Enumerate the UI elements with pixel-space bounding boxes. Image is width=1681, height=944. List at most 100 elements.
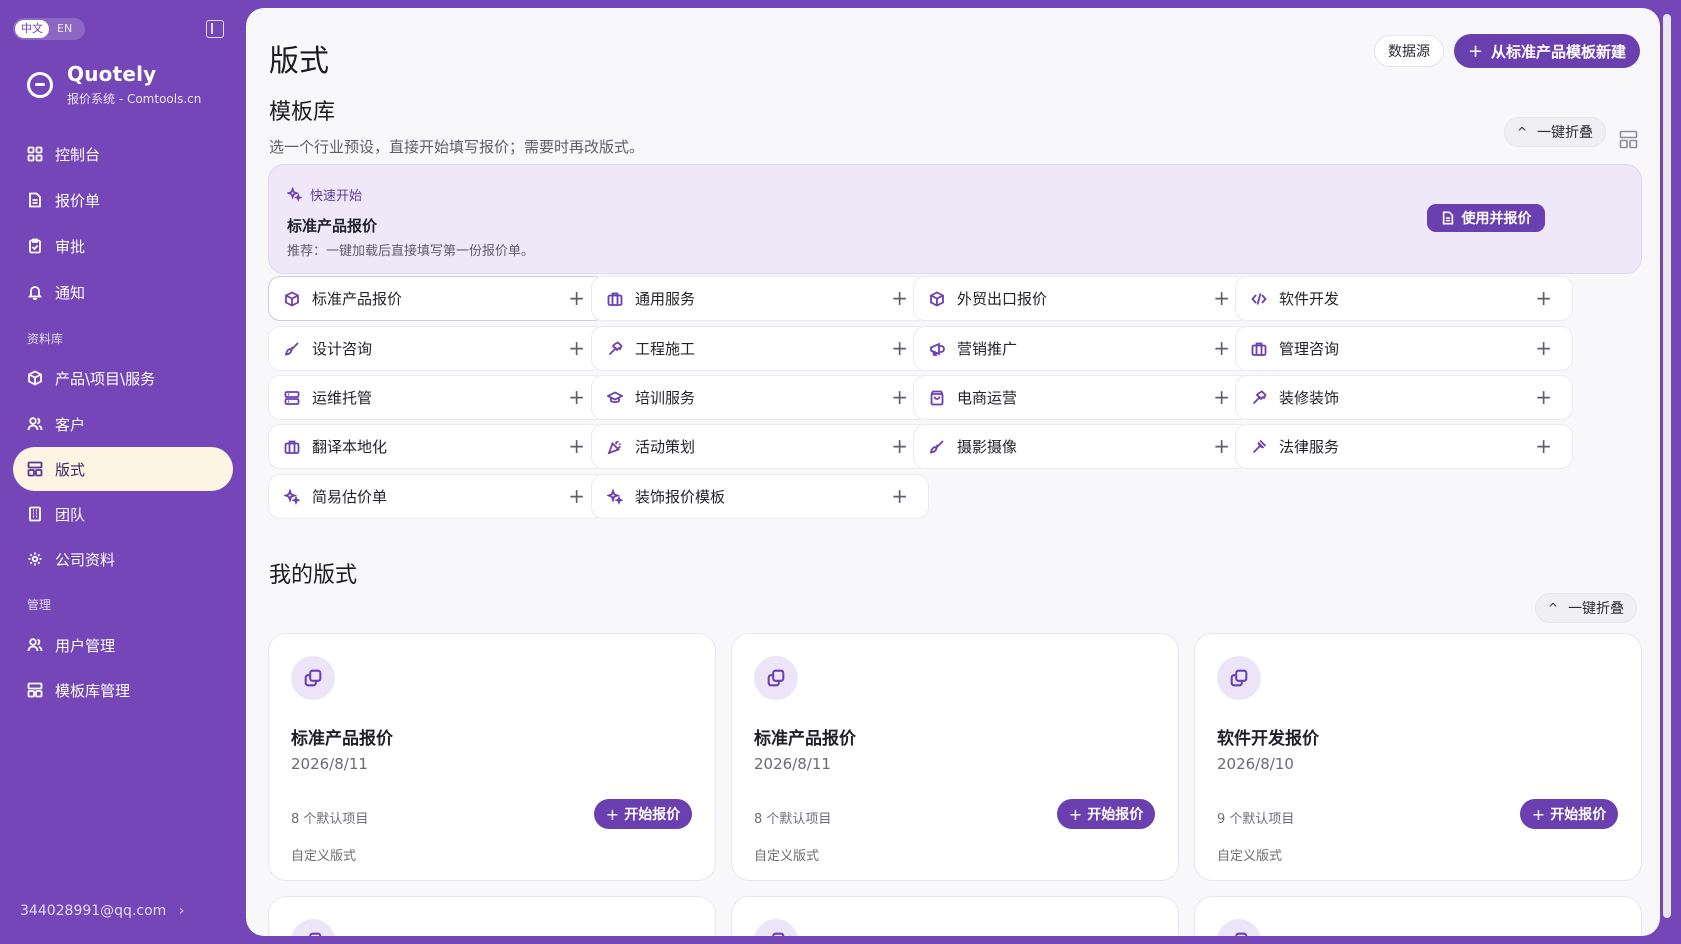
sidebar-item-layouts[interactable]: 版式	[13, 447, 233, 491]
template-tile[interactable]: 软件开发 +	[1235, 276, 1573, 321]
sidebar-item-label: 产品\项目\服务	[55, 369, 156, 388]
template-tile-label: 设计咨询	[312, 340, 373, 358]
use-and-quote-button[interactable]: 使用并报价	[1427, 204, 1545, 232]
lang-en[interactable]: EN	[51, 20, 78, 38]
template-tile-label: 简易估价单	[312, 488, 388, 506]
template-tile[interactable]: 装修装饰 +	[1235, 375, 1573, 420]
clipboard-check-icon	[27, 238, 43, 254]
sidebar-item-dashboard[interactable]: 控制台	[13, 132, 233, 176]
template-tile-label: 外贸出口报价	[957, 290, 1048, 308]
sidebar-item-approval[interactable]: 审批	[13, 224, 233, 268]
grid-icon	[27, 146, 43, 162]
template-tile[interactable]: 活动策划 +	[591, 424, 929, 469]
start-quote-button[interactable]: + 开始报价	[1520, 799, 1618, 829]
layout-card[interactable]	[268, 896, 716, 936]
layout-card[interactable]: 软件开发报价 2026/8/10 9 个默认项目 自定义版式 + 开始报价	[1194, 633, 1642, 881]
plus-icon[interactable]: +	[891, 288, 908, 308]
chevron-up-icon: ^	[1517, 125, 1528, 139]
layout-card[interactable]	[1194, 896, 1642, 936]
plus-icon[interactable]: +	[568, 486, 585, 506]
layout-card-tag: 自定义版式	[291, 849, 357, 864]
my-layouts-collapse-button[interactable]: ^ 一键折叠	[1535, 593, 1638, 623]
briefcase-icon	[284, 439, 300, 455]
layout-card[interactable]: 标准产品报价 2026/8/11 8 个默认项目 自定义版式 + 开始报价	[731, 633, 1179, 881]
template-tile[interactable]: 运维托管 +	[268, 375, 606, 420]
sparkles-icon	[607, 488, 623, 505]
template-tile[interactable]: 管理咨询 +	[1235, 326, 1573, 371]
sidebar-item-notifications[interactable]: 通知	[13, 270, 233, 314]
sidebar-item-label: 用户管理	[55, 636, 116, 655]
new-from-template-button[interactable]: + 从标准产品模板新建	[1454, 34, 1640, 68]
box-icon	[27, 370, 43, 386]
plus-icon[interactable]: +	[1213, 338, 1230, 358]
sidebar-item-company[interactable]: 公司资料	[13, 537, 233, 581]
plus-icon[interactable]: +	[568, 436, 585, 456]
library-collapse-button[interactable]: ^ 一键折叠	[1504, 117, 1607, 147]
users-icon	[27, 416, 43, 432]
sidebar-item-template-management[interactable]: 模板库管理	[13, 668, 233, 712]
template-tile[interactable]: 标准产品报价 +	[268, 276, 606, 321]
plus-icon[interactable]: +	[568, 387, 585, 407]
copy-icon	[291, 656, 335, 700]
megaphone-icon	[929, 341, 945, 357]
plus-icon[interactable]: +	[1213, 288, 1230, 308]
template-tile-label: 软件开发	[1279, 290, 1340, 308]
template-tile[interactable]: 法律服务 +	[1235, 424, 1573, 469]
template-library-title: 模板库	[269, 100, 336, 125]
sidebar-item-products[interactable]: 产品\项目\服务	[13, 356, 233, 400]
template-tile[interactable]: 通用服务 +	[591, 276, 929, 321]
plus-icon[interactable]: +	[891, 436, 908, 456]
layout-card-tag: 自定义版式	[1217, 849, 1283, 864]
template-tile[interactable]: 摄影摄像 +	[913, 424, 1251, 469]
user-account[interactable]: 344028991@qq.com ›	[20, 903, 184, 919]
template-tile-label: 摄影摄像	[957, 438, 1018, 456]
plus-icon: +	[1467, 40, 1484, 62]
sidebar-item-user-management[interactable]: 用户管理	[13, 623, 233, 667]
start-quote-button[interactable]: + 开始报价	[1057, 799, 1155, 829]
template-tile[interactable]: 设计咨询 +	[268, 326, 606, 371]
copy-icon	[754, 919, 798, 936]
template-tile[interactable]: 电商运营 +	[913, 375, 1251, 420]
plus-icon[interactable]: +	[891, 338, 908, 358]
template-tile[interactable]: 翻译本地化 +	[268, 424, 606, 469]
chevron-up-icon: ^	[1548, 601, 1559, 615]
section-label-admin: 管理	[27, 598, 52, 612]
sidebar-collapse-icon[interactable]	[206, 20, 224, 38]
sidebar-item-quotes[interactable]: 报价单	[13, 178, 233, 222]
sidebar-item-customers[interactable]: 客户	[13, 402, 233, 446]
copy-icon	[1217, 656, 1261, 700]
party-popper-icon	[607, 439, 623, 455]
template-tile[interactable]: 简易估价单 +	[268, 474, 606, 519]
plus-icon[interactable]: +	[1213, 387, 1230, 407]
template-tile[interactable]: 培训服务 +	[591, 375, 929, 420]
layout-toggle-icon[interactable]	[1619, 130, 1638, 149]
language-toggle[interactable]: 中文 EN	[13, 18, 85, 40]
layout-card[interactable]	[731, 896, 1179, 936]
template-tile-label: 装修装饰	[1279, 389, 1340, 407]
lang-zh[interactable]: 中文	[15, 20, 49, 38]
plus-icon[interactable]: +	[891, 387, 908, 407]
template-tile[interactable]: 营销推广 +	[913, 326, 1251, 371]
plus-icon[interactable]: +	[568, 338, 585, 358]
plus-icon[interactable]: +	[1535, 338, 1552, 358]
start-quote-button[interactable]: + 开始报价	[594, 799, 692, 829]
plus-icon[interactable]: +	[891, 486, 908, 506]
layout-card[interactable]: 标准产品报价 2026/8/11 8 个默认项目 自定义版式 + 开始报价	[268, 633, 716, 881]
template-tile[interactable]: 外贸出口报价 +	[913, 276, 1251, 321]
plus-icon[interactable]: +	[568, 288, 585, 308]
template-tile[interactable]: 工程施工 +	[591, 326, 929, 371]
sidebar-item-team[interactable]: 团队	[13, 492, 233, 536]
gear-icon	[27, 551, 43, 567]
template-tile[interactable]: 装饰报价模板 +	[591, 474, 929, 519]
plus-icon[interactable]: +	[1535, 436, 1552, 456]
plus-icon[interactable]: +	[1213, 436, 1230, 456]
layout-card-tag: 自定义版式	[754, 849, 820, 864]
quick-start-panel: 快速开始 标准产品报价 推荐：一键加载后直接填写第一份报价单。 使用并报价	[268, 164, 1642, 274]
sparkles-icon	[287, 187, 302, 202]
plus-icon[interactable]: +	[1535, 387, 1552, 407]
datasource-button[interactable]: 数据源	[1374, 35, 1444, 67]
plus-icon: +	[605, 804, 620, 824]
plus-icon[interactable]: +	[1535, 288, 1552, 308]
scrollbar[interactable]	[1663, 14, 1671, 918]
brand: Quotely 报价系统 - Comtools.cn	[27, 62, 201, 107]
